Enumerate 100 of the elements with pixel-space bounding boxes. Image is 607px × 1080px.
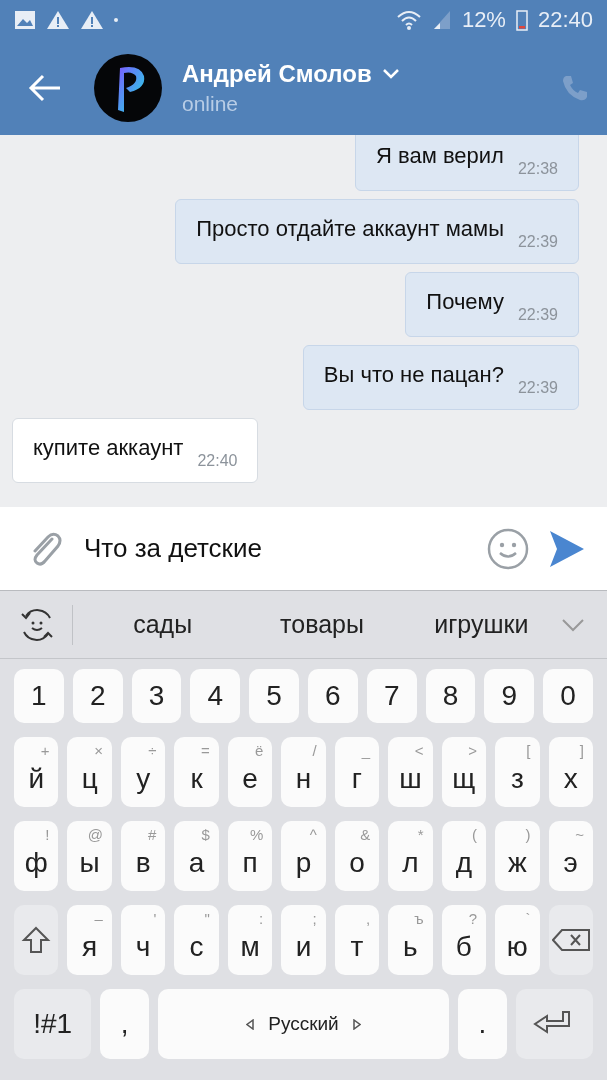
- key[interactable]: ! ф: [14, 821, 59, 891]
- key-hint: +: [40, 742, 50, 759]
- key-hint: ": [204, 910, 210, 927]
- key[interactable]: $ а: [174, 821, 219, 891]
- key[interactable]: % п: [227, 821, 273, 891]
- key[interactable]: & о: [334, 821, 380, 891]
- enter-key[interactable]: [515, 989, 593, 1059]
- key[interactable]: > щ: [441, 737, 487, 807]
- key[interactable]: : м: [227, 905, 273, 975]
- key-hint: ;: [312, 910, 317, 927]
- space-key[interactable]: Русский: [157, 989, 450, 1059]
- shift-key[interactable]: [14, 905, 59, 975]
- key-hint: $: [201, 826, 210, 843]
- key-hint: @: [87, 826, 103, 843]
- key[interactable]: < ш: [388, 737, 433, 807]
- key[interactable]: 1: [14, 669, 64, 723]
- phone-icon: [561, 73, 589, 102]
- message-time: 22:39: [517, 305, 558, 324]
- key[interactable]: × ц: [67, 737, 112, 807]
- key[interactable]: ^ р: [281, 821, 326, 891]
- back-arrow-icon: [28, 73, 62, 102]
- key[interactable]: * л: [388, 821, 433, 891]
- key-hint: ^: [309, 826, 317, 843]
- sent-message[interactable]: Почему 22:39: [405, 272, 579, 337]
- key[interactable]: ъ ь: [388, 905, 433, 975]
- key[interactable]: ÷ у: [120, 737, 166, 807]
- key[interactable]: [ з: [495, 737, 540, 807]
- sent-message[interactable]: Я вам верил 22:38: [355, 135, 579, 191]
- key[interactable]: 2: [72, 669, 123, 723]
- key-hint: ?: [468, 910, 478, 927]
- left-triangle-icon: [246, 1018, 255, 1030]
- key[interactable]: " с: [174, 905, 219, 975]
- key[interactable]: 7: [366, 669, 417, 723]
- message-input[interactable]: Что за детские: [82, 532, 467, 565]
- warning-icon: [46, 10, 70, 30]
- key-hint: ): [525, 826, 531, 843]
- key[interactable]: 0: [543, 669, 593, 723]
- key[interactable]: ] х: [548, 737, 593, 807]
- avatar: [94, 53, 162, 122]
- key-hint: ё: [254, 742, 264, 759]
- key[interactable]: ) ж: [495, 821, 540, 891]
- clock: 22:40: [537, 7, 593, 33]
- received-message[interactable]: купите аккаунт 22:40: [12, 418, 259, 483]
- key[interactable]: + й: [14, 737, 59, 807]
- battery-percentage: 12%: [461, 7, 506, 33]
- message-text: купите аккаунт: [33, 435, 184, 461]
- key[interactable]: ( д: [441, 821, 487, 891]
- sent-message[interactable]: Вы что не пацан? 22:39: [302, 345, 579, 410]
- symbols-key[interactable]: !#1: [14, 989, 92, 1059]
- key[interactable]: ' ч: [120, 905, 166, 975]
- key[interactable]: = к: [174, 737, 219, 807]
- key[interactable]: 9: [484, 669, 535, 723]
- suggestion[interactable]: товары: [242, 606, 402, 643]
- key[interactable]: 6: [308, 669, 358, 723]
- key-hint: :: [259, 910, 264, 927]
- suggestion[interactable]: игрушки: [401, 606, 561, 643]
- key[interactable]: @ ы: [67, 821, 112, 891]
- sent-message[interactable]: Просто отдайте аккаунт мамы 22:39: [175, 199, 579, 264]
- suggestion[interactable]: сады: [83, 606, 243, 643]
- message-time: 22:40: [197, 451, 238, 470]
- key-hint: =: [201, 742, 210, 759]
- key[interactable]: ~ э: [548, 821, 593, 891]
- key-hint: !: [45, 826, 50, 843]
- backspace-icon: [551, 929, 590, 951]
- key-hint: ]: [579, 742, 584, 759]
- key-hint: ': [153, 910, 157, 927]
- key-hint: ъ: [414, 910, 424, 927]
- key[interactable]: ? б: [441, 905, 487, 975]
- key-hint: *: [417, 826, 424, 843]
- signal-icon: [431, 9, 452, 31]
- key[interactable]: 5: [249, 669, 299, 723]
- key[interactable]: ,: [100, 989, 149, 1059]
- key[interactable]: _ г: [334, 737, 380, 807]
- key-hint: %: [249, 826, 264, 843]
- key[interactable]: ё е: [227, 737, 273, 807]
- message-composer[interactable]: Что за детские: [0, 507, 607, 590]
- key[interactable]: 8: [425, 669, 476, 723]
- key[interactable]: – я: [67, 905, 112, 975]
- smiley-icon: [487, 527, 529, 570]
- key-hint: /: [312, 742, 317, 759]
- warning-icon: [80, 10, 104, 30]
- message-text: Просто отдайте аккаунт мамы: [196, 216, 504, 242]
- chevron-down-icon: [381, 67, 400, 80]
- key-hint: _: [361, 742, 371, 759]
- key-hint: ÷: [148, 742, 157, 759]
- key[interactable]: # в: [120, 821, 166, 891]
- key[interactable]: ; и: [281, 905, 326, 975]
- key[interactable]: 4: [190, 669, 241, 723]
- chevron-down-icon: [561, 617, 585, 632]
- key[interactable]: 3: [131, 669, 182, 723]
- key[interactable]: ` ю: [495, 905, 540, 975]
- key[interactable]: , т: [334, 905, 380, 975]
- message-time: 22:39: [517, 378, 558, 397]
- key[interactable]: .: [458, 989, 507, 1059]
- online-status: online: [182, 91, 240, 116]
- backspace-key[interactable]: [548, 905, 593, 975]
- key[interactable]: / н: [281, 737, 326, 807]
- contact-name[interactable]: Андрей Смолов: [182, 59, 372, 88]
- key-hint: <: [414, 742, 424, 759]
- message-time: 22:39: [517, 232, 558, 251]
